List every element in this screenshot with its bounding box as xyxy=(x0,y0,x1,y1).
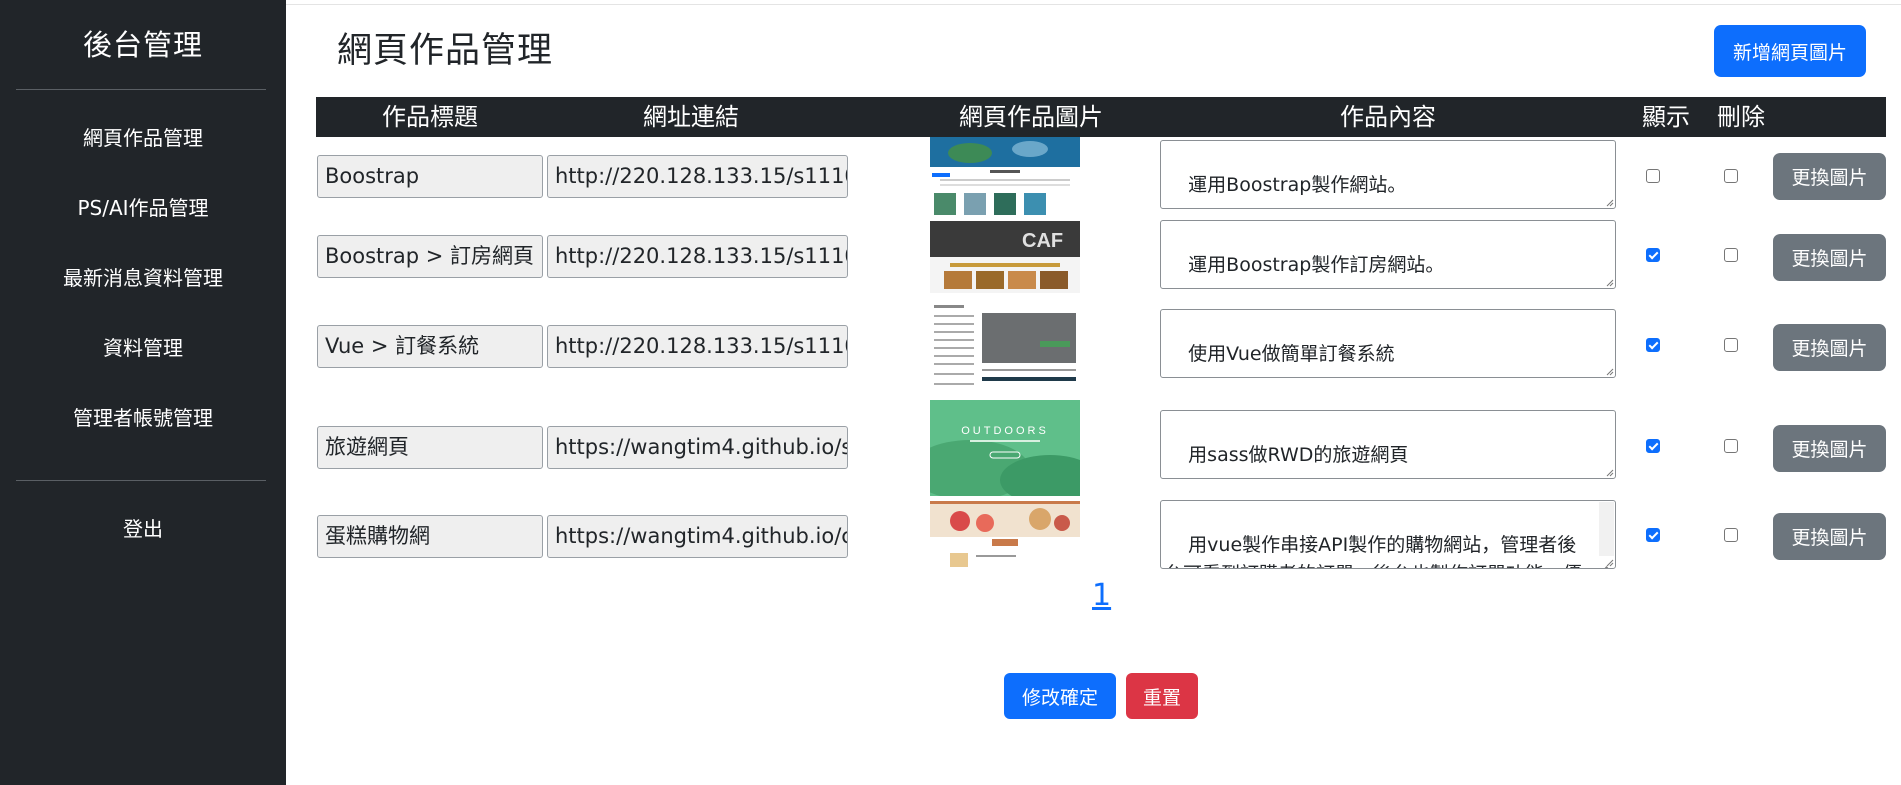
url-input[interactable]: https://wangtim4.github.io/cak xyxy=(547,515,848,558)
thumbnail-cake-shop xyxy=(930,501,1080,571)
delete-checkbox[interactable] xyxy=(1724,528,1738,542)
thumbnail-bootstrap-site xyxy=(930,137,1080,217)
content-textarea[interactable]: 運用Boostrap製作訂房網站。 xyxy=(1160,220,1616,289)
column-header-delete: 刪除 xyxy=(1717,103,1765,131)
show-checkbox[interactable] xyxy=(1646,439,1660,453)
content-textarea[interactable]: 使用Vue做簡單訂餐系統 xyxy=(1160,309,1616,378)
url-input[interactable]: http://220.128.133.15/s111022 xyxy=(547,325,848,368)
resize-grip-icon[interactable] xyxy=(1604,197,1614,207)
column-header-url: 網址連結 xyxy=(643,103,739,131)
content-text: 使用Vue做簡單訂餐系統 xyxy=(1188,343,1395,365)
top-border xyxy=(286,4,1901,5)
title-input[interactable]: Boostrap > 訂房網頁 xyxy=(317,235,543,278)
resize-grip-icon[interactable] xyxy=(1604,366,1614,376)
replace-image-button[interactable]: 更換圖片 xyxy=(1773,425,1886,472)
svg-text:CAF: CAF xyxy=(1022,230,1063,252)
column-header-image: 網頁作品圖片 xyxy=(959,103,1103,131)
table-row: Vue > 訂餐系統 http://220.128.133.15/s111022… xyxy=(0,297,1901,397)
url-input[interactable]: https://wangtim4.github.io/sas xyxy=(547,426,848,469)
url-input[interactable]: http://220.128.133.15/s111022 xyxy=(547,155,848,198)
replace-image-button[interactable]: 更換圖片 xyxy=(1773,324,1886,371)
thumbnail-travel-site: OUTDOORS xyxy=(930,400,1080,496)
column-header-title: 作品標題 xyxy=(382,103,478,131)
content-text: 運用Boostrap製作網站。 xyxy=(1188,174,1407,196)
content-text: 運用Boostrap製作訂房網站。 xyxy=(1188,254,1445,276)
title-input[interactable]: 旅遊網頁 xyxy=(317,426,543,469)
table-header: 作品標題 網址連結 網頁作品圖片 作品內容 顯示 刪除 xyxy=(316,97,1886,137)
replace-image-button[interactable]: 更換圖片 xyxy=(1773,153,1886,200)
content-textarea[interactable]: 用vue製作串接API製作的購物網站，管理者後台可看到訂購者的訂單，後台也製作訂… xyxy=(1160,500,1616,569)
title-input[interactable]: Vue > 訂餐系統 xyxy=(317,325,543,368)
table-row: Boostrap > 訂房網頁 http://220.128.133.15/s1… xyxy=(0,217,1901,297)
column-header-show: 顯示 xyxy=(1642,103,1690,131)
content-textarea[interactable]: 運用Boostrap製作網站。 xyxy=(1160,140,1616,209)
confirm-edit-button[interactable]: 修改確定 xyxy=(1004,673,1116,719)
show-checkbox[interactable] xyxy=(1646,248,1660,262)
resize-grip-icon[interactable] xyxy=(1604,467,1614,477)
pagination-page-link[interactable]: 1 xyxy=(1092,578,1111,613)
title-input[interactable]: 蛋糕購物網 xyxy=(317,515,543,558)
url-input[interactable]: http://220.128.133.15/s111022 xyxy=(547,235,848,278)
delete-checkbox[interactable] xyxy=(1724,338,1738,352)
delete-checkbox[interactable] xyxy=(1724,248,1738,262)
replace-image-button[interactable]: 更換圖片 xyxy=(1773,234,1886,281)
sidebar-title: 後台管理 xyxy=(82,28,203,62)
show-checkbox[interactable] xyxy=(1646,528,1660,542)
content-textarea[interactable]: 用sass做RWD的旅遊網頁 xyxy=(1160,410,1616,479)
table-row: 蛋糕購物網 https://wangtim4.github.io/cak 用vu… xyxy=(0,497,1901,572)
thumbnail-outdoors-text: OUTDOORS xyxy=(961,425,1049,437)
delete-checkbox[interactable] xyxy=(1724,439,1738,453)
replace-image-button[interactable]: 更換圖片 xyxy=(1773,513,1886,560)
show-checkbox[interactable] xyxy=(1646,169,1660,183)
column-header-content: 作品內容 xyxy=(1340,103,1436,131)
page-title: 網頁作品管理 xyxy=(337,31,554,71)
sidebar-divider xyxy=(16,89,266,90)
add-web-image-button[interactable]: 新增網頁圖片 xyxy=(1714,25,1866,77)
reset-button[interactable]: 重置 xyxy=(1126,673,1198,719)
content-text: 用vue製作串接API製作的購物網站，管理者後台可看到訂購者的訂單，後台也製作訂… xyxy=(1164,534,1582,568)
show-checkbox[interactable] xyxy=(1646,338,1660,352)
title-input[interactable]: Boostrap xyxy=(317,155,543,198)
delete-checkbox[interactable] xyxy=(1724,169,1738,183)
thumbnail-ordering-system xyxy=(930,301,1080,393)
resize-grip-icon[interactable] xyxy=(1604,277,1614,287)
table-row: 旅遊網頁 https://wangtim4.github.io/sas OUTD… xyxy=(0,397,1901,497)
resize-grip-icon[interactable] xyxy=(1604,557,1614,567)
table-row: Boostrap http://220.128.133.15/s111022 運… xyxy=(0,137,1901,217)
textarea-scrollbar[interactable] xyxy=(1599,502,1614,568)
content-text: 用sass做RWD的旅遊網頁 xyxy=(1188,444,1409,466)
thumbnail-booking-site: CAF xyxy=(930,221,1080,293)
